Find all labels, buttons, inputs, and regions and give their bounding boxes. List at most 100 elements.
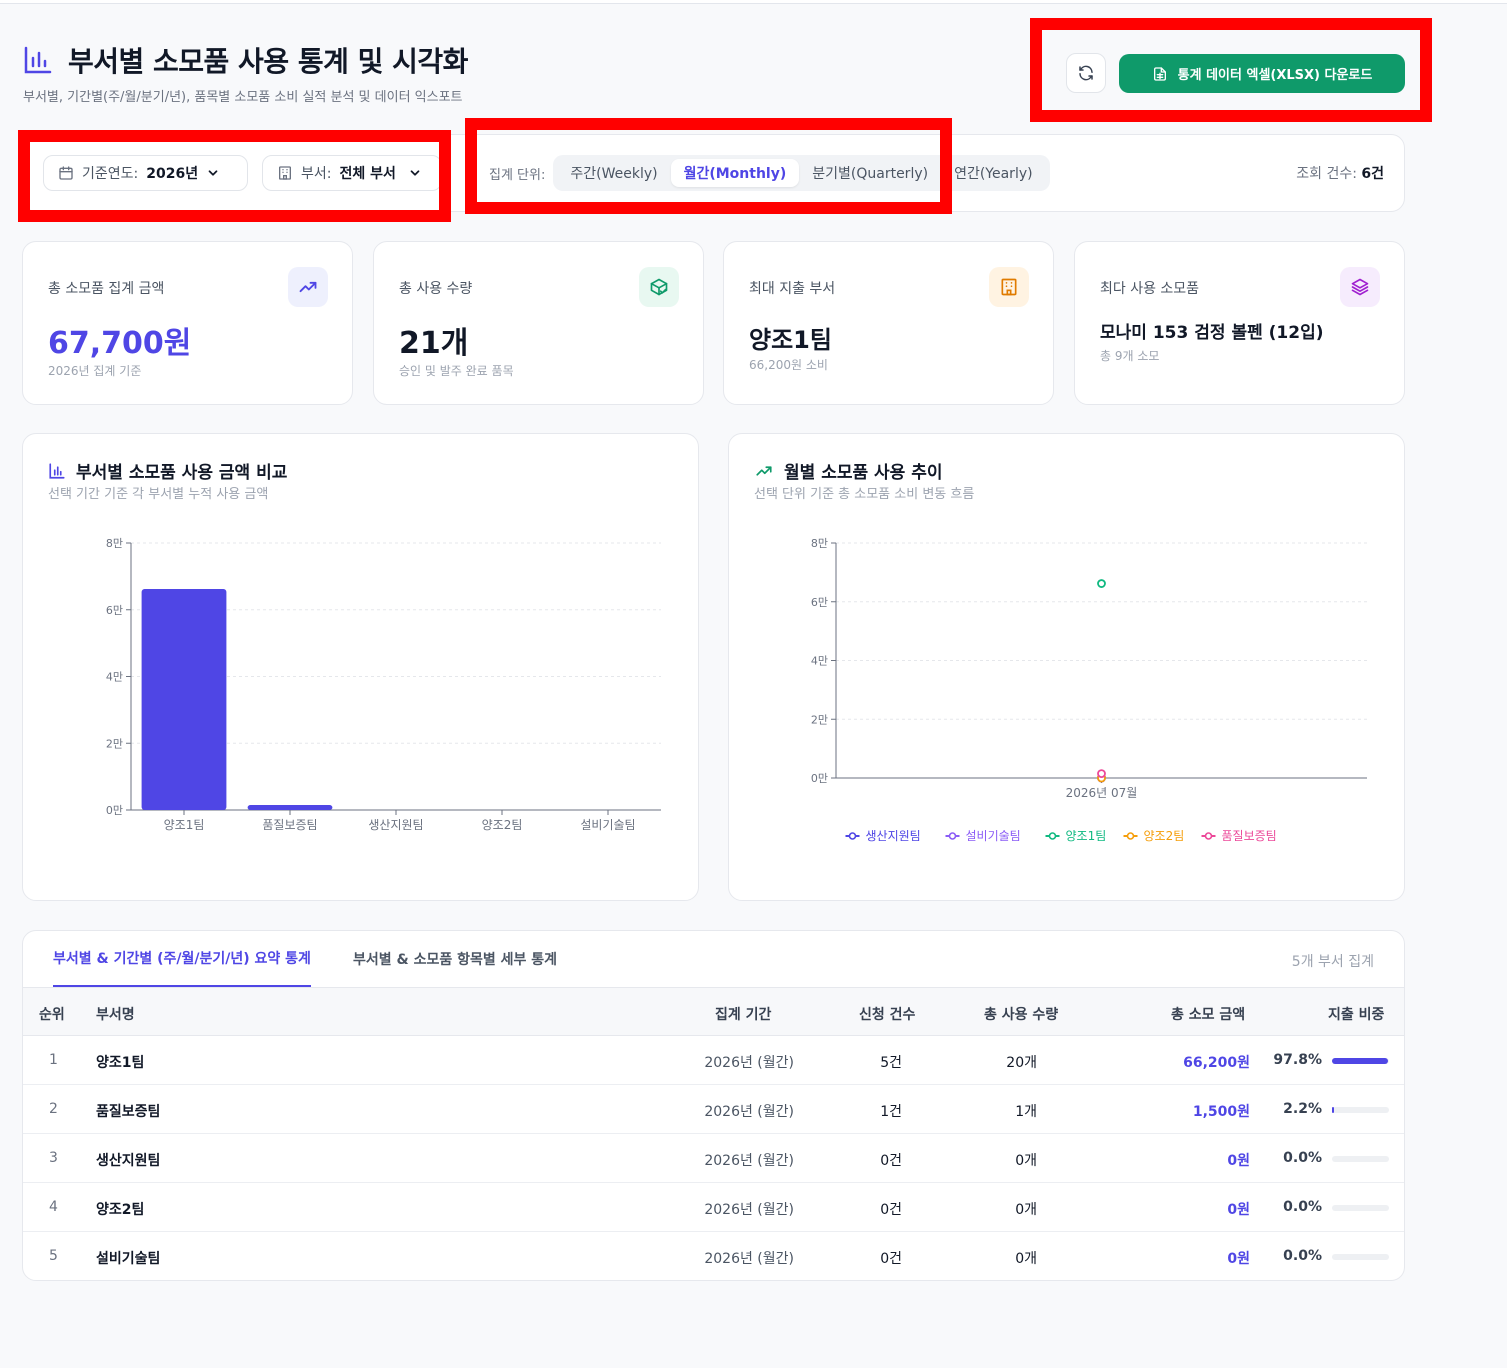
cell-share-pct: 0.0% [1283,1199,1322,1215]
cell-requests: 0건 [880,1251,902,1267]
bar-chart-title: 부서별 소모품 사용 금액 비교 [48,458,287,483]
cell-requests: 1건 [880,1104,902,1120]
cell-period: 2026년 (월간) [704,1202,794,1218]
legend-label: 생산지원팀 [866,829,921,843]
legend-marker [1204,832,1213,840]
cell-amount: 0원 [1227,1153,1250,1169]
line-chart-title-text: 월별 소모품 사용 추이 [784,463,943,483]
cell-requests: 0건 [880,1153,902,1169]
y-tick-label: 6만 [811,596,828,609]
trending-up-icon [756,465,772,476]
bar-0[interactable] [141,589,227,810]
bar-1[interactable] [247,804,333,810]
th-rank: 순위 [39,1007,65,1023]
trending-up-icon [288,267,328,307]
cell-department: 설비기술팀 [96,1251,161,1267]
result-count: 조회 건수: 6건 [1296,163,1384,183]
cell-department: 양조2팀 [96,1202,145,1218]
card-top-department: 최대 지출 부서 양조1팀 66,200원 소비 [723,241,1054,405]
tab-item-detail[interactable]: 부서별 & 소모품 항목별 세부 통계 [353,931,557,987]
cell-amount: 66,200원 [1183,1055,1250,1071]
card-total-quantity-sub: 승인 및 발주 완료 품목 [399,364,514,378]
card-top-department-sub: 66,200원 소비 [749,358,828,372]
y-tick-label: 4만 [106,671,123,684]
line-chart-title: 월별 소모품 사용 추이 [754,458,943,483]
bar-chart-icon [24,46,52,74]
card-top-item: 최다 사용 소모품 모나미 153 검정 볼펜 (12입) 총 9개 소모 [1074,241,1405,405]
th-department: 부서명 [96,1007,135,1023]
share-bar-track [1332,1205,1389,1211]
cell-amount: 1,500원 [1192,1104,1250,1120]
y-tick-label: 6만 [106,604,123,617]
point-2[interactable] [1097,579,1106,588]
result-count-label: 조회 건수: [1296,166,1357,182]
share-bar-fill [1332,1107,1334,1113]
highlight-box-filters [18,130,451,222]
y-tick-label: 0만 [811,772,828,785]
card-top-item-value: 모나미 153 검정 볼펜 (12입) [1100,323,1324,343]
page-subtitle: 부서별, 기간별(주/월/분기/년), 품목별 소모품 소비 실적 분석 및 데… [23,90,463,105]
table-row: 4 양조2팀 2026년 (월간) 0건 0개 0원 0.0% [23,1183,1404,1232]
layers-icon [1340,267,1380,307]
cell-quantity: 20개 [1006,1055,1037,1071]
cell-share-pct: 97.8% [1273,1052,1322,1068]
highlight-box-unit [465,118,952,214]
card-total-quantity-label: 총 사용 수량 [399,281,473,297]
x-tick-label: 양조2팀 [482,818,523,832]
legend-label: 양조1팀 [1066,829,1107,843]
cell-period: 2026년 (월간) [704,1104,794,1120]
share-bar-track [1332,1058,1389,1064]
card-top-item-sub: 총 9개 소모 [1100,349,1160,363]
share-bar-fill [1332,1058,1388,1064]
y-tick-label: 2만 [106,737,123,750]
cell-department: 품질보증팀 [96,1104,161,1120]
department-amount-chart-panel: 0만 2만 4만 6만 8만 양조1팀 품질보증팀 생산지원팀 양조2팀 설비기술팀 부서별 소모… [22,433,699,901]
table-header: 순위 부서명 집계 기간 신청 건수 총 사용 수량 총 소모 금액 지출 비중 [23,987,1404,1036]
cell-period: 2026년 (월간) [704,1251,794,1267]
table-row: 3 생산지원팀 2026년 (월간) 0건 0개 0원 0.0% [23,1134,1404,1183]
cell-share-pct: 0.0% [1283,1248,1322,1264]
card-total-quantity: 총 사용 수량 21개 승인 및 발주 완료 품목 [373,241,704,405]
legend-label: 설비기술팀 [966,829,1021,843]
point-4[interactable] [1097,769,1106,778]
th-quantity: 총 사용 수량 [984,1007,1059,1023]
unit-yearly[interactable]: 연간(Yearly) [941,159,1046,187]
card-total-amount-value: 67,700원 [48,326,192,361]
bar-chart-icon [49,462,65,479]
legend-marker [1048,832,1057,840]
x-tick-label: 양조1팀 [164,818,205,832]
card-top-department-label: 최대 지출 부서 [749,281,836,297]
y-tick-label: 8만 [106,537,123,550]
table-row: 1 양조1팀 2026년 (월간) 5건 20개 66,200원 97.8% [23,1036,1404,1085]
aggregate-count: 5개 부서 집계 [1291,954,1374,970]
department-amount-bar-chart: 0만 2만 4만 6만 8만양조1팀 품질보증팀 생산지원팀 양조2팀 설비기술팀 [106,537,661,832]
cell-share-pct: 2.2% [1283,1101,1322,1117]
bar-chart-title-text: 부서별 소모품 사용 금액 비교 [76,463,288,483]
legend-marker [948,832,957,840]
y-tick-label: 2만 [811,713,828,726]
x-tick-label: 2026년 07월 [1066,786,1138,800]
card-total-amount: 총 소모품 집계 금액 67,700원 2026년 집계 기준 [22,241,353,405]
y-tick-label: 8만 [811,537,828,550]
cell-rank: 4 [49,1199,58,1215]
cell-period: 2026년 (월간) [704,1153,794,1169]
monthly-trend-chart-panel: 0만 2만 4만 6만 8만 2026년 07월 생산지원팀 설비기술팀 양조1팀 양조2팀 품질보… [728,433,1405,901]
page-title: 부서별 소모품 사용 통계 및 시각화 [68,45,468,78]
cell-quantity: 0개 [1015,1153,1037,1169]
card-total-amount-label: 총 소모품 집계 금액 [48,281,165,297]
result-count-value: 6건 [1361,166,1384,182]
cell-rank: 2 [49,1101,58,1117]
x-tick-label: 설비기술팀 [580,818,635,832]
th-period: 집계 기간 [715,1007,772,1023]
card-top-department-value: 양조1팀 [749,326,832,354]
cell-rank: 1 [49,1052,58,1068]
tab-summary[interactable]: 부서별 & 기간별 (주/월/분기/년) 요약 통계 [53,931,311,987]
cell-department: 생산지원팀 [96,1153,161,1169]
top-border [0,0,1507,4]
legend-marker [848,832,857,840]
th-amount: 총 소모 금액 [1171,1007,1246,1023]
page-header: 부서별 소모품 사용 통계 및 시각화 [22,40,468,80]
package-check-icon [639,267,679,307]
cell-share-pct: 0.0% [1283,1150,1322,1166]
legend-marker [1126,832,1135,840]
